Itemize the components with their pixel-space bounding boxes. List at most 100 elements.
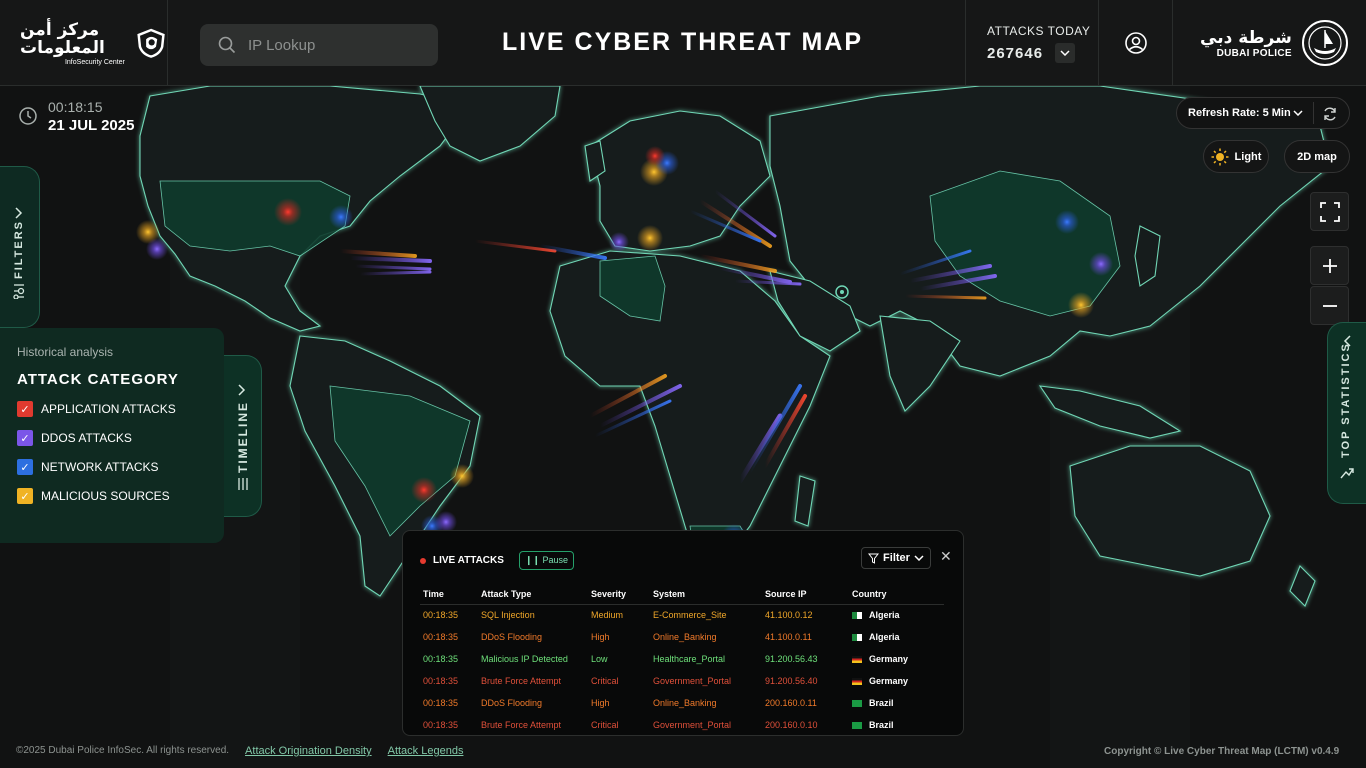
pause-button[interactable]: ❙❙ Pause — [518, 551, 575, 570]
checkbox-checked-icon[interactable]: ✓ — [17, 488, 33, 504]
plus-icon — [1322, 258, 1337, 273]
attacks-today-value: 267646 — [987, 44, 1044, 62]
pause-label: Pause — [542, 555, 569, 565]
table-row[interactable]: 00:18:35 Brute Force Attempt Critical Gover… — [420, 670, 944, 692]
top-statistics-tab[interactable]: TOP STATISTICS — [1327, 322, 1366, 504]
cell-system: Government_Portal — [653, 720, 732, 730]
checkbox-checked-icon[interactable]: ✓ — [17, 430, 33, 446]
column-header-country[interactable]: Country — [849, 584, 944, 605]
page-title: LIVE CYBER THREAT MAP — [502, 28, 863, 56]
country-flag-icon — [852, 634, 862, 642]
refresh-icon[interactable] — [1322, 106, 1338, 122]
chevron-down-icon — [914, 555, 924, 561]
map-mode-label: 2D map — [1297, 150, 1337, 163]
cell-source-ip: 200.160.0.11 — [765, 698, 817, 708]
cell-time: 00:18:35 — [423, 610, 459, 621]
cell-attack-type: Brute Force Attempt — [481, 720, 562, 730]
sliders-icon — [13, 284, 25, 299]
chevron-right-icon — [238, 384, 246, 396]
cell-time: 00:18:35 — [423, 676, 459, 686]
country-flag-icon — [852, 700, 862, 708]
cell-attack-type: DDoS Flooding — [481, 698, 543, 708]
ip-lookup-input[interactable] — [248, 36, 428, 54]
user-profile-button[interactable] — [1099, 0, 1173, 86]
cell-time: 00:18:35 — [423, 720, 459, 730]
cell-attack-type: DDoS Flooding — [481, 632, 543, 642]
table-row[interactable]: 00:18:35 Brute Force Attempt Critical Gover… — [420, 714, 944, 735]
chevron-down-icon — [1293, 110, 1303, 116]
light-theme-toggle[interactable]: Light — [1203, 140, 1269, 173]
column-header-time[interactable]: Time — [420, 584, 478, 605]
category-malicious-sources[interactable]: ✓ MALICIOUS SOURCES — [17, 488, 224, 504]
cell-source-ip: 200.160.0.10 — [765, 720, 818, 730]
footer: ©2025 Dubai Police InfoSec. All rights r… — [16, 745, 463, 757]
cell-source-ip: 41.100.0.11 — [765, 632, 812, 642]
filters-tab[interactable]: FILTERS — [0, 166, 40, 328]
cell-severity: Critical — [591, 720, 619, 730]
cell-system: Healthcare_Portal — [653, 654, 726, 664]
checkbox-checked-icon[interactable]: ✓ — [17, 459, 33, 475]
country-name: Brazil — [869, 698, 894, 708]
cell-severity: Medium — [591, 610, 624, 621]
cell-system: Online_Banking — [653, 698, 717, 708]
chevron-right-icon — [15, 207, 23, 219]
timeline-tab[interactable]: TIMELINE — [224, 355, 262, 517]
police-english-text: DUBAI POLICE — [1216, 47, 1292, 59]
funnel-icon — [868, 553, 880, 564]
minus-icon — [1322, 304, 1337, 307]
category-application-attacks[interactable]: ✓ APPLICATION ATTACKS — [17, 401, 224, 417]
country-name: Algeria — [869, 632, 900, 642]
footer-copyright: ©2025 Dubai Police InfoSec. All rights r… — [16, 745, 230, 756]
attacks-today-label: ATTACKS TODAY — [987, 24, 1091, 38]
attack-legends-link[interactable]: Attack Legends — [388, 745, 464, 757]
cell-country: Algeria — [849, 626, 944, 648]
zoom-in-button[interactable] — [1310, 246, 1349, 285]
infosec-center-logo[interactable]: مركز أمن المعلومات InfoSecurity Center — [0, 0, 168, 86]
live-indicator-dot — [420, 557, 426, 564]
menu-lines-icon — [238, 478, 248, 490]
category-ddos-attacks[interactable]: ✓ DDOS ATTACKS — [17, 430, 224, 446]
fullscreen-button[interactable] — [1310, 192, 1349, 231]
cell-attack-type: Brute Force Attempt — [481, 676, 562, 686]
cell-country: Brazil — [849, 714, 944, 735]
attacks-dropdown-button[interactable] — [1055, 43, 1076, 63]
country-flag-icon — [852, 722, 862, 730]
clock-display: 00:18:15 21 JUL 2025 — [0, 86, 170, 146]
pause-icon: ❙❙ — [524, 555, 541, 565]
trend-icon — [1340, 468, 1354, 479]
table-row[interactable]: 00:18:35 Malicious IP Detected Low Healthca… — [420, 648, 944, 670]
logo-arabic-text: مركز أمن المعلومات — [20, 19, 105, 58]
timeline-tab-label: TIMELINE — [236, 401, 250, 473]
map-mode-toggle[interactable]: 2D map — [1284, 140, 1350, 173]
category-network-attacks[interactable]: ✓ NETWORK ATTACKS — [17, 459, 224, 475]
table-row[interactable]: 00:18:35 SQL Injection Medium E-Commerce_Si… — [420, 604, 944, 626]
table-row[interactable]: 00:18:35 DDoS Flooding High Online_Banking 4… — [420, 626, 944, 648]
dubai-police-logo[interactable]: شرطة دبي DUBAI POLICE — [1200, 18, 1350, 68]
column-header-system[interactable]: System — [650, 584, 762, 605]
table-row[interactable]: 00:18:35 DDoS Flooding High Online_Banking 2… — [420, 692, 944, 714]
attack-origination-density-link[interactable]: Attack Origination Density — [245, 745, 372, 757]
police-emblem-icon — [1301, 20, 1348, 66]
live-attacks-title: LIVE ATTACKS — [433, 555, 504, 566]
checkbox-checked-icon[interactable]: ✓ — [17, 401, 33, 417]
refresh-rate-label: Refresh Rate: 5 Min — [1188, 107, 1291, 119]
ip-lookup-search[interactable] — [200, 24, 438, 66]
cell-time: 00:18:35 — [423, 654, 459, 664]
column-header-attack-type[interactable]: Attack Type — [478, 584, 588, 605]
attack-category-title: ATTACK CATEGORY — [17, 371, 179, 388]
live-attacks-table: Time Attack Type Severity System Source … — [420, 584, 944, 735]
column-header-severity[interactable]: Severity — [588, 584, 650, 605]
close-icon[interactable]: ✕ — [940, 548, 952, 565]
shield-icon — [137, 28, 165, 58]
column-header-source-ip[interactable]: Source IP — [762, 584, 849, 605]
cell-source-ip: 91.200.56.40 — [765, 676, 818, 686]
zoom-out-button[interactable] — [1310, 286, 1349, 325]
country-name: Algeria — [869, 610, 900, 621]
filter-dropdown-button[interactable]: Filter — [861, 547, 931, 569]
cell-system: E-Commerce_Site — [653, 610, 727, 621]
cell-country: Germany — [849, 648, 944, 670]
cell-system: Online_Banking — [653, 632, 717, 642]
refresh-rate-select[interactable]: Refresh Rate: 5 Min — [1176, 97, 1350, 129]
cell-severity: Low — [591, 654, 608, 664]
category-label: DDOS ATTACKS — [41, 431, 132, 445]
